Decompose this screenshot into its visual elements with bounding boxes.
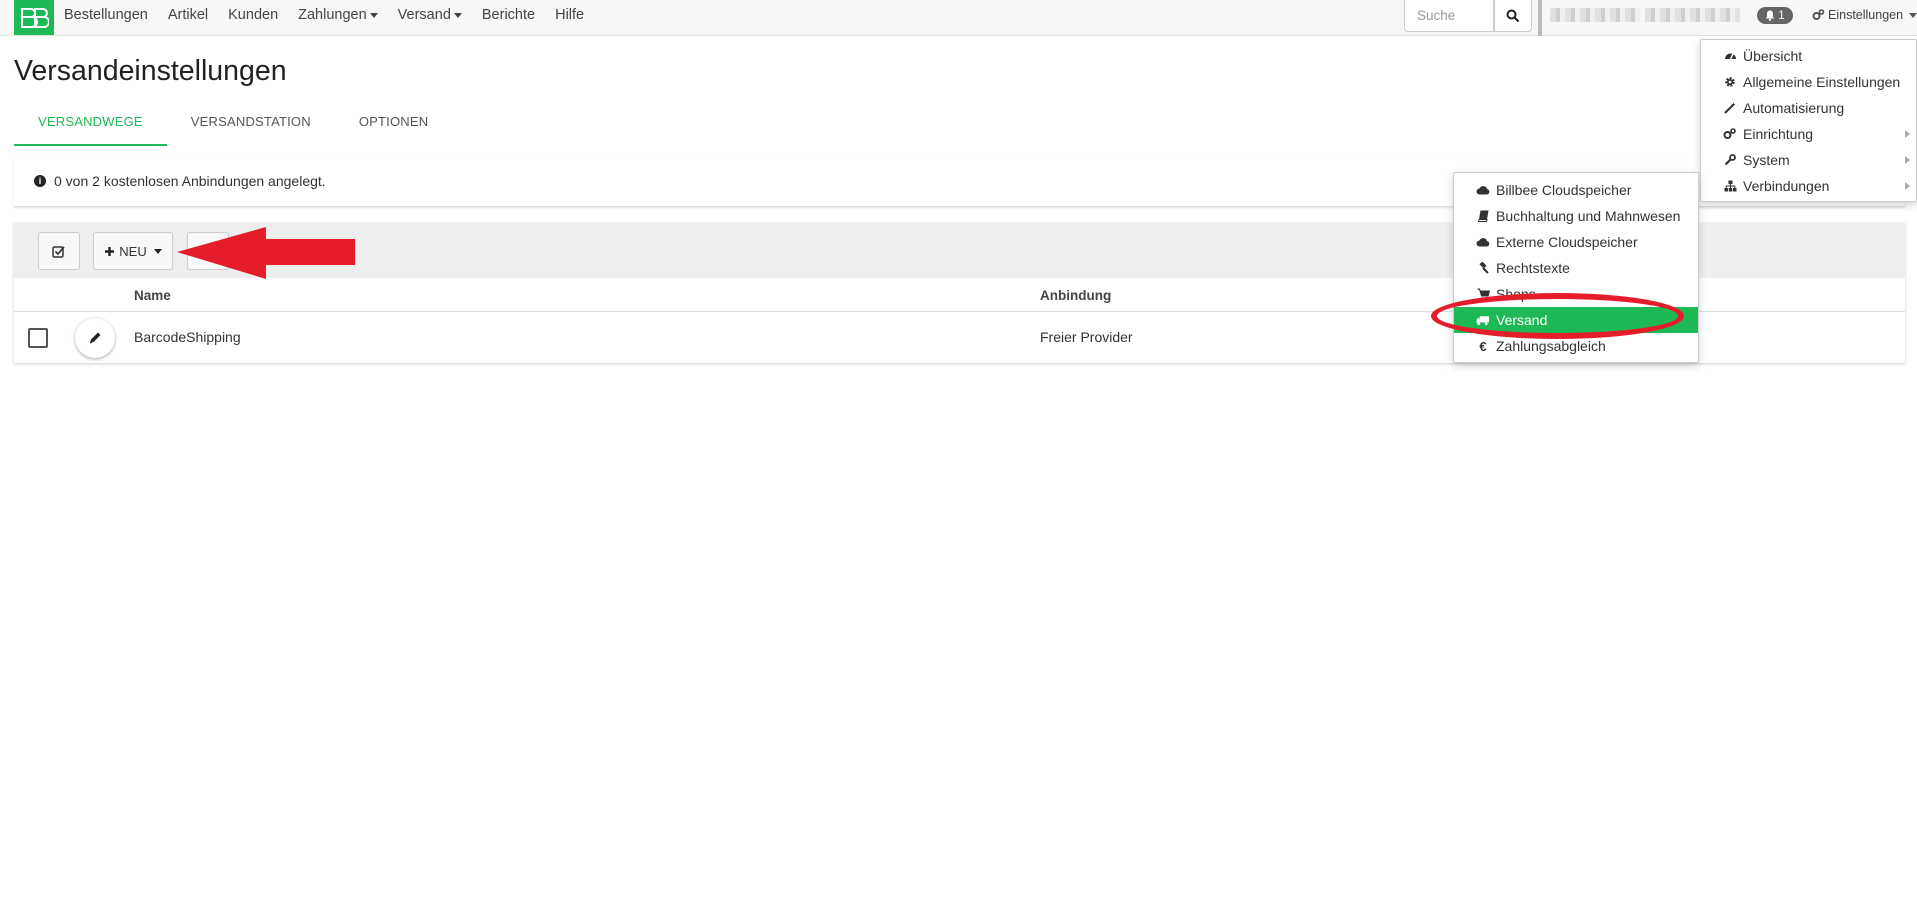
new-button-label: NEU (119, 243, 147, 259)
bell-icon (1765, 10, 1775, 21)
nav-versand[interactable]: Versand (398, 7, 462, 23)
dashboard-icon (1723, 49, 1737, 63)
menu-item-label: Übersicht (1743, 48, 1803, 64)
menu-item-label: Billbee Cloudspeicher (1496, 182, 1632, 198)
nav-label: Bestellungen (64, 7, 148, 23)
blurred-user-info (1550, 8, 1640, 22)
gears-icon (1723, 127, 1737, 141)
info-text: 0 von 2 kostenlosen Anbindungen angelegt… (54, 172, 326, 189)
menu-item-label: Allgemeine Einstellungen (1743, 74, 1901, 90)
cloud-icon (1476, 183, 1490, 197)
page-title: Versandeinstellungen (14, 55, 287, 87)
column-header-name[interactable]: Name (134, 288, 171, 303)
nav-label: Berichte (481, 7, 536, 23)
new-button[interactable]: NEU (93, 232, 173, 270)
menu-item-label: Automatisierung (1743, 100, 1845, 116)
submenu-arrow-icon (1905, 156, 1910, 164)
menu-item-label: Rechtstexte (1496, 260, 1570, 276)
menu-item-automatisierung[interactable]: Automatisierung (1701, 95, 1916, 121)
settings-label: Einstellungen (1828, 8, 1904, 22)
tab-versandwege[interactable]: VERSANDWEGE (14, 108, 167, 146)
book-icon (1476, 209, 1490, 223)
nav-artikel[interactable]: Artikel (168, 7, 208, 23)
gears-icon (1812, 9, 1825, 20)
caret-down-icon (153, 248, 162, 254)
cloud-icon (1476, 235, 1490, 249)
red-ellipse-annotation (1431, 293, 1684, 339)
blurred-user-info (1645, 8, 1740, 22)
settings-dropdown-toggle[interactable]: Einstellungen (1812, 8, 1917, 22)
column-header-anbindung[interactable]: Anbindung (1040, 288, 1111, 303)
menu-item-label: Zahlungsabgleich (1496, 338, 1606, 354)
top-navbar: Bestellungen Artikel Kunden Zahlungen Ve… (0, 0, 1917, 36)
menu-item-allgemeine-einstellungen[interactable]: Allgemeine Einstellungen (1701, 69, 1916, 95)
tab-optionen[interactable]: OPTIONEN (335, 108, 453, 146)
nav-bestellungen[interactable]: Bestellungen (64, 7, 148, 23)
navbar-divider (1538, 0, 1542, 36)
nav-zahlungen[interactable]: Zahlungen (298, 7, 378, 23)
nav-label: Artikel (167, 7, 209, 23)
plus-icon (105, 246, 115, 256)
menu-item-label: Buchhaltung und Mahnwesen (1496, 208, 1681, 224)
nav-label: Kunden (228, 7, 279, 23)
submenu-item-billbee-cloudspeicher[interactable]: Billbee Cloudspeicher (1454, 177, 1698, 203)
submenu-item-rechtstexte[interactable]: Rechtstexte (1454, 255, 1698, 281)
billbee-logo[interactable] (14, 0, 54, 35)
menu-item-system[interactable]: System (1701, 147, 1916, 173)
euro-icon: € (1479, 338, 1487, 354)
caret-down-icon (1909, 12, 1917, 18)
nav-hilfe[interactable]: Hilfe (555, 7, 584, 23)
submenu-item-externe-cloudspeicher[interactable]: Externe Cloudspeicher (1454, 229, 1698, 255)
info-icon: i (34, 174, 46, 187)
menu-item-label: Externe Cloudspeicher (1496, 234, 1638, 250)
submenu-item-buchhaltung[interactable]: Buchhaltung und Mahnwesen (1454, 203, 1698, 229)
menu-item-label: System (1743, 152, 1790, 168)
nav-label: Hilfe (555, 7, 585, 23)
nav-label: Zahlungen (298, 7, 367, 23)
gear-icon (1723, 75, 1737, 89)
caret-down-icon (369, 12, 378, 18)
check-square-icon (52, 245, 65, 258)
cell-anbindung: Freier Provider (1040, 329, 1133, 345)
search-button[interactable] (1494, 0, 1532, 32)
nav-label: Versand (397, 7, 451, 23)
submenu-arrow-icon (1905, 130, 1910, 138)
nav-berichte[interactable]: Berichte (482, 7, 535, 23)
select-toggle-button[interactable] (38, 232, 80, 270)
tab-versandstation[interactable]: VERSANDSTATION (167, 108, 335, 146)
search-icon (1506, 9, 1520, 22)
pencil-icon (89, 332, 101, 344)
menu-item-label: Verbindungen (1743, 178, 1830, 194)
settings-menu: Übersicht Allgemeine Einstellungen Autom… (1700, 39, 1917, 202)
menu-item-verbindungen[interactable]: Verbindungen (1701, 173, 1916, 199)
menu-item-uebersicht[interactable]: Übersicht (1701, 43, 1916, 69)
red-arrow-annotation (177, 227, 355, 279)
sitemap-icon (1723, 179, 1737, 193)
menu-item-label: Einrichtung (1743, 126, 1814, 142)
menu-item-einrichtung[interactable]: Einrichtung (1701, 121, 1916, 147)
notifications-badge[interactable]: 1 (1757, 7, 1793, 24)
tab-bar: VERSANDWEGE VERSANDSTATION OPTIONEN (14, 108, 452, 146)
cell-name: BarcodeShipping (134, 329, 241, 345)
main-nav: Bestellungen Artikel Kunden Zahlungen Ve… (64, 0, 604, 30)
notification-count: 1 (1778, 9, 1785, 22)
search-input[interactable] (1404, 0, 1494, 32)
edit-button[interactable] (75, 318, 115, 358)
magic-wand-icon (1723, 101, 1737, 115)
row-checkbox[interactable] (28, 328, 48, 348)
caret-down-icon (453, 12, 462, 18)
gavel-icon (1476, 261, 1490, 275)
wrench-icon (1723, 153, 1737, 167)
submenu-arrow-icon (1905, 182, 1910, 190)
nav-kunden[interactable]: Kunden (228, 7, 278, 23)
